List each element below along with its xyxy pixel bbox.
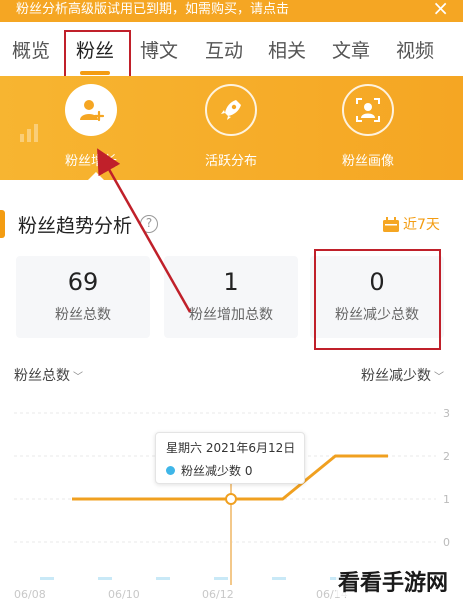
tooltip-value: 0 (244, 463, 253, 478)
calendar-icon[interactable] (382, 217, 400, 233)
baseline-bar (156, 577, 170, 580)
feature-label: 活跃分布 (204, 154, 257, 169)
tab-articles[interactable]: 文章 (332, 36, 370, 63)
expired-trial-banner[interactable]: 粉丝分析高级版试用已到期，如需购买，请点击 × (0, 0, 463, 22)
left-metric-label: 粉丝总数 (14, 368, 70, 384)
tooltip-date: 星期六 2021年6月12日 (166, 441, 296, 455)
baseline-bar (40, 577, 54, 580)
selected-feature-caret (88, 172, 104, 180)
banner-text: 粉丝分析高级版试用已到期，如需购买，请点击 (16, 1, 290, 17)
tab-label: 博文 (140, 40, 179, 62)
tab-label: 文章 (332, 40, 371, 62)
right-metric-label: 粉丝减少数 (361, 368, 431, 384)
fans-trend-section-header: 粉丝趋势分析 ? 近7天 (0, 207, 463, 243)
tab-interaction[interactable]: 互动 (205, 36, 243, 63)
chart-tooltip: 星期六 2021年6月12日 粉丝减少数 0 (155, 432, 305, 484)
y-tick-label: 1 (443, 493, 450, 506)
y-tick-label: 3 (443, 407, 450, 420)
x-tick-label: 06/12 (202, 588, 234, 600)
chevron-down-icon: ﹀ (73, 372, 83, 383)
right-metric-dropdown[interactable]: 粉丝减少数 ﹀ (361, 365, 444, 385)
baseline-bar (214, 577, 228, 580)
date-range-selector[interactable]: 近7天 (403, 214, 440, 234)
tooltip-series-label: 粉丝减少数 (181, 464, 242, 478)
stat-label: 粉丝增加总数 (189, 307, 273, 323)
tab-label: 概览 (12, 40, 51, 62)
feature-fans-growth[interactable]: 粉丝增长 (36, 84, 146, 169)
section-title: 粉丝趋势分析 (18, 215, 133, 237)
feature-label: 粉丝增长 (64, 154, 117, 169)
baseline-bar (272, 577, 286, 580)
x-tick-label: 06/10 (108, 588, 140, 600)
stat-value: 69 (67, 268, 99, 296)
feature-fans-portrait[interactable]: 粉丝画像 (313, 84, 423, 169)
portrait-icon (342, 84, 394, 136)
tab-overview[interactable]: 概览 (12, 36, 50, 63)
fans-feature-strip: 粉丝增长 活跃分布 粉丝画像 (0, 76, 463, 180)
chart-metric-selectors: 粉丝总数 ﹀ 粉丝减少数 ﹀ (14, 365, 450, 385)
series-color-dot (166, 466, 175, 475)
tab-label: 相关 (268, 40, 307, 62)
x-tick-label: 06/08 (14, 588, 46, 600)
fans-tab-highlight-box (64, 30, 131, 80)
baseline-bar (98, 577, 112, 580)
stat-value: 1 (223, 268, 239, 296)
y-tick-label: 2 (443, 450, 450, 463)
stat-card-fans-increase: 1 粉丝增加总数 (164, 256, 298, 338)
feature-label: 粉丝画像 (341, 154, 394, 169)
stat-label: 粉丝总数 (55, 307, 111, 323)
help-icon[interactable]: ? (140, 215, 158, 233)
site-watermark: 看看手游网 (336, 565, 451, 597)
tab-videos[interactable]: 视频 (396, 36, 434, 63)
selected-point (225, 493, 237, 505)
tab-related[interactable]: 相关 (268, 36, 306, 63)
feature-active-distribution[interactable]: 活跃分布 (176, 84, 286, 169)
rocket-icon (205, 84, 257, 136)
decrease-stat-highlight-box (314, 249, 441, 350)
stat-card-total-fans: 69 粉丝总数 (16, 256, 150, 338)
tooltip-row: 粉丝减少数 0 (166, 462, 294, 479)
left-metric-dropdown[interactable]: 粉丝总数 ﹀ (14, 365, 83, 385)
tab-label: 互动 (205, 40, 244, 62)
tab-posts[interactable]: 博文 (140, 36, 178, 63)
section-accent-bar (0, 210, 5, 238)
y-tick-label: 0 (443, 536, 450, 549)
banner-close-icon[interactable]: × (432, 0, 449, 20)
chevron-down-icon: ﹀ (434, 372, 444, 383)
user-add-icon (65, 84, 117, 136)
tab-label: 视频 (396, 40, 435, 62)
